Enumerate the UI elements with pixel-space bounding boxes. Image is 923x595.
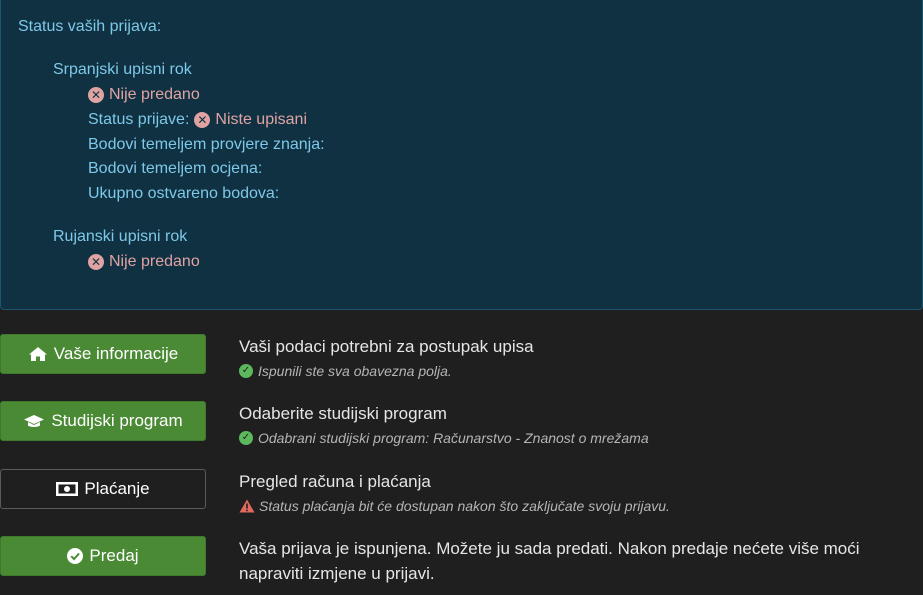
home-icon bbox=[28, 346, 48, 362]
term-state-july: ✕ Nije predano bbox=[88, 86, 200, 104]
step-note-program-text: Odabrani studijski program: Računarstvo … bbox=[258, 430, 649, 446]
step-title-program: Odaberite studijski program bbox=[239, 404, 447, 423]
step-title-information: Vaši podaci potrebni za postupak upisa bbox=[239, 337, 534, 356]
term-name-september: Rujanski upisni rok bbox=[53, 228, 188, 245]
application-status-line: Status prijave: ✕ Niste upisani bbox=[88, 111, 307, 129]
term-state-september: ✕ Nije predano bbox=[88, 253, 200, 271]
times-circle-icon: ✕ bbox=[194, 112, 211, 128]
times-circle-icon: ✕ bbox=[88, 87, 104, 103]
points-grades-label: Bodovi temeljem ocjena: bbox=[88, 160, 263, 177]
term-state-september-text: Nije predano bbox=[109, 253, 200, 270]
points-total-label: Ukupno ostvareno bodova: bbox=[88, 185, 280, 202]
check-circle-icon: ✓ bbox=[239, 431, 253, 445]
graduation-cap-icon bbox=[23, 413, 45, 429]
term-state-july-text: Nije predano bbox=[109, 86, 200, 103]
money-icon bbox=[56, 482, 79, 496]
step-note-information-text: Ispunili ste sva obavezna polja. bbox=[258, 363, 452, 379]
application-status-panel: Status vaših prijava: Srpanjski upisni r… bbox=[0, 0, 923, 310]
step-note-payment: Status plaćanja bit će dostupan nakon št… bbox=[239, 498, 670, 514]
application-status-label: Status prijave: bbox=[88, 111, 190, 128]
status-heading: Status vaših prijava: bbox=[18, 18, 162, 35]
your-information-button-label: Vaše informacije bbox=[53, 344, 179, 363]
payment-button[interactable]: Plaćanje bbox=[0, 469, 206, 509]
your-information-button[interactable]: Vaše informacije bbox=[0, 334, 206, 374]
step-note-payment-text: Status plaćanja bit će dostupan nakon št… bbox=[259, 498, 670, 514]
study-program-button[interactable]: Studijski program bbox=[0, 401, 206, 441]
step-note-information: ✓ Ispunili ste sva obavezna polja. bbox=[239, 363, 452, 379]
step-note-program: ✓ Odabrani studijski program: Računarstv… bbox=[239, 430, 649, 446]
times-circle-icon: ✕ bbox=[88, 254, 104, 270]
points-exam-label: Bodovi temeljem provjere znanja: bbox=[88, 136, 325, 153]
application-status-value: ✕ Niste upisani bbox=[189, 111, 307, 129]
submit-description: Vaša prijava je ispunjena. Možete ju sad… bbox=[239, 539, 860, 583]
submit-button[interactable]: Predaj bbox=[0, 536, 206, 576]
warning-icon bbox=[239, 499, 255, 513]
check-circle-icon bbox=[67, 548, 84, 564]
application-status-value-text: Niste upisani bbox=[215, 111, 307, 128]
submit-button-label: Predaj bbox=[89, 546, 139, 565]
check-circle-icon: ✓ bbox=[239, 364, 253, 378]
study-program-button-label: Studijski program bbox=[51, 411, 183, 430]
term-name-july: Srpanjski upisni rok bbox=[53, 61, 192, 78]
payment-button-label: Plaćanje bbox=[84, 479, 150, 498]
step-title-payment: Pregled računa i plaćanja bbox=[239, 472, 431, 491]
